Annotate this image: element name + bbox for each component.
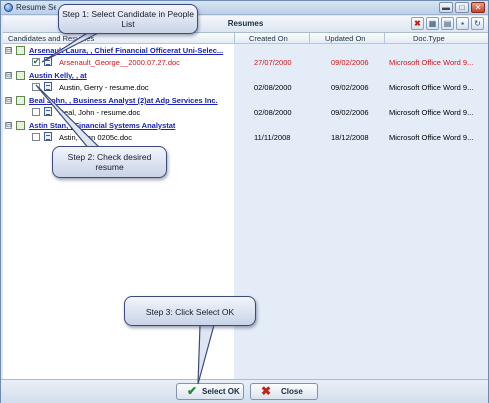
step2-callout: Step 2: Check desired resume [52, 146, 167, 178]
step1-callout: Step 1: Select Candidate in People List [58, 4, 198, 34]
callout-pointers [35, 29, 215, 385]
step3-callout: Step 3: Click Select OK [124, 296, 256, 326]
